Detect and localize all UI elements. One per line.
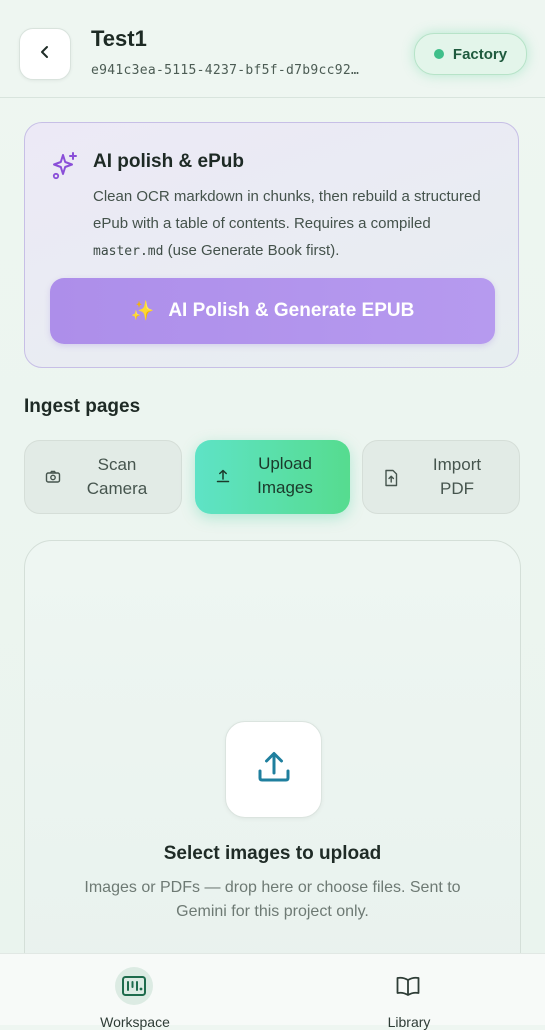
file-upload-icon (383, 469, 399, 492)
back-button[interactable] (19, 28, 71, 80)
tab-upload-images-label: Upload Images (257, 454, 313, 497)
workspace-icon (115, 967, 153, 1005)
upload-icon (254, 747, 294, 792)
nav-item-library[interactable]: Library (334, 954, 484, 1030)
bottom-nav: Workspace Library (0, 953, 545, 1030)
master-md-code: master.md (93, 244, 164, 259)
header: Test1 e941c3ea-5115-4237-bf5f-d7b9cc92… … (0, 0, 545, 98)
upload-icon (215, 468, 231, 489)
polish-card-title: AI polish & ePub (93, 151, 244, 172)
chevron-left-icon (37, 44, 53, 65)
project-id: e941c3ea-5115-4237-bf5f-d7b9cc92… (91, 63, 360, 78)
status-badge-label: Factory (452, 45, 508, 63)
upload-trigger-button[interactable] (225, 721, 322, 818)
tab-upload-images[interactable]: Upload Images (195, 440, 350, 514)
camera-icon (45, 469, 61, 490)
tab-import-pdf-label: Import PDF (432, 455, 482, 498)
nav-label-library: Library (387, 1014, 431, 1030)
upload-description: Images or PDFs — drop here or choose fil… (84, 879, 461, 920)
sparkles-emoji-icon: ✨ (130, 301, 155, 322)
ingest-pages-heading: Ingest pages (24, 396, 141, 417)
tab-import-pdf[interactable]: Import PDF (362, 440, 520, 514)
sparkles-icon (50, 151, 80, 186)
project-title: Test1 (91, 26, 147, 51)
nav-label-workspace: Workspace (100, 1014, 170, 1030)
ai-polish-card: AI polish & ePub Clean OCR markdown in c… (24, 122, 519, 368)
upload-title: Select images to upload (163, 843, 382, 864)
nav-item-workspace[interactable]: Workspace (60, 954, 210, 1030)
ai-polish-generate-epub-button[interactable]: ✨ AI Polish & Generate EPUB (50, 278, 495, 344)
polish-card-description: Clean OCR markdown in chunks, then rebui… (93, 188, 481, 259)
book-icon (389, 967, 427, 1005)
upload-dropzone[interactable]: Select images to upload Images or PDFs —… (24, 540, 521, 980)
tab-scan-camera[interactable]: Scan Camera (24, 440, 182, 514)
status-dot-icon (433, 49, 444, 59)
status-badge[interactable]: Factory (414, 33, 527, 75)
tab-scan-camera-label: Scan Camera (86, 455, 148, 498)
polish-button-label: AI Polish & Generate EPUB (168, 300, 415, 321)
